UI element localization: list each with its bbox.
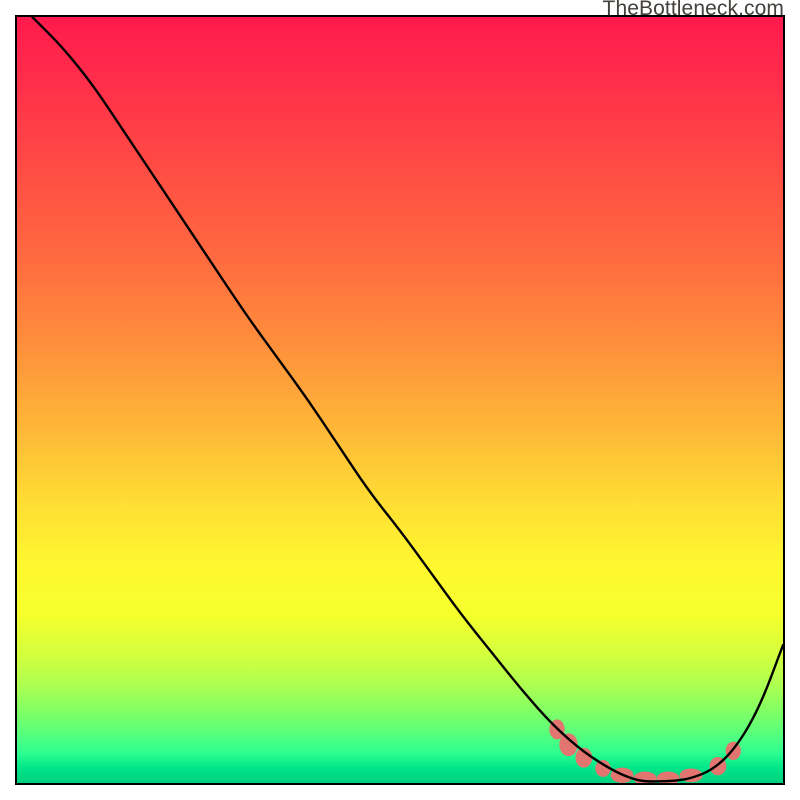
plot-area xyxy=(15,15,785,785)
gradient-background xyxy=(17,17,783,783)
chart-container: TheBottleneck.com xyxy=(0,0,800,800)
